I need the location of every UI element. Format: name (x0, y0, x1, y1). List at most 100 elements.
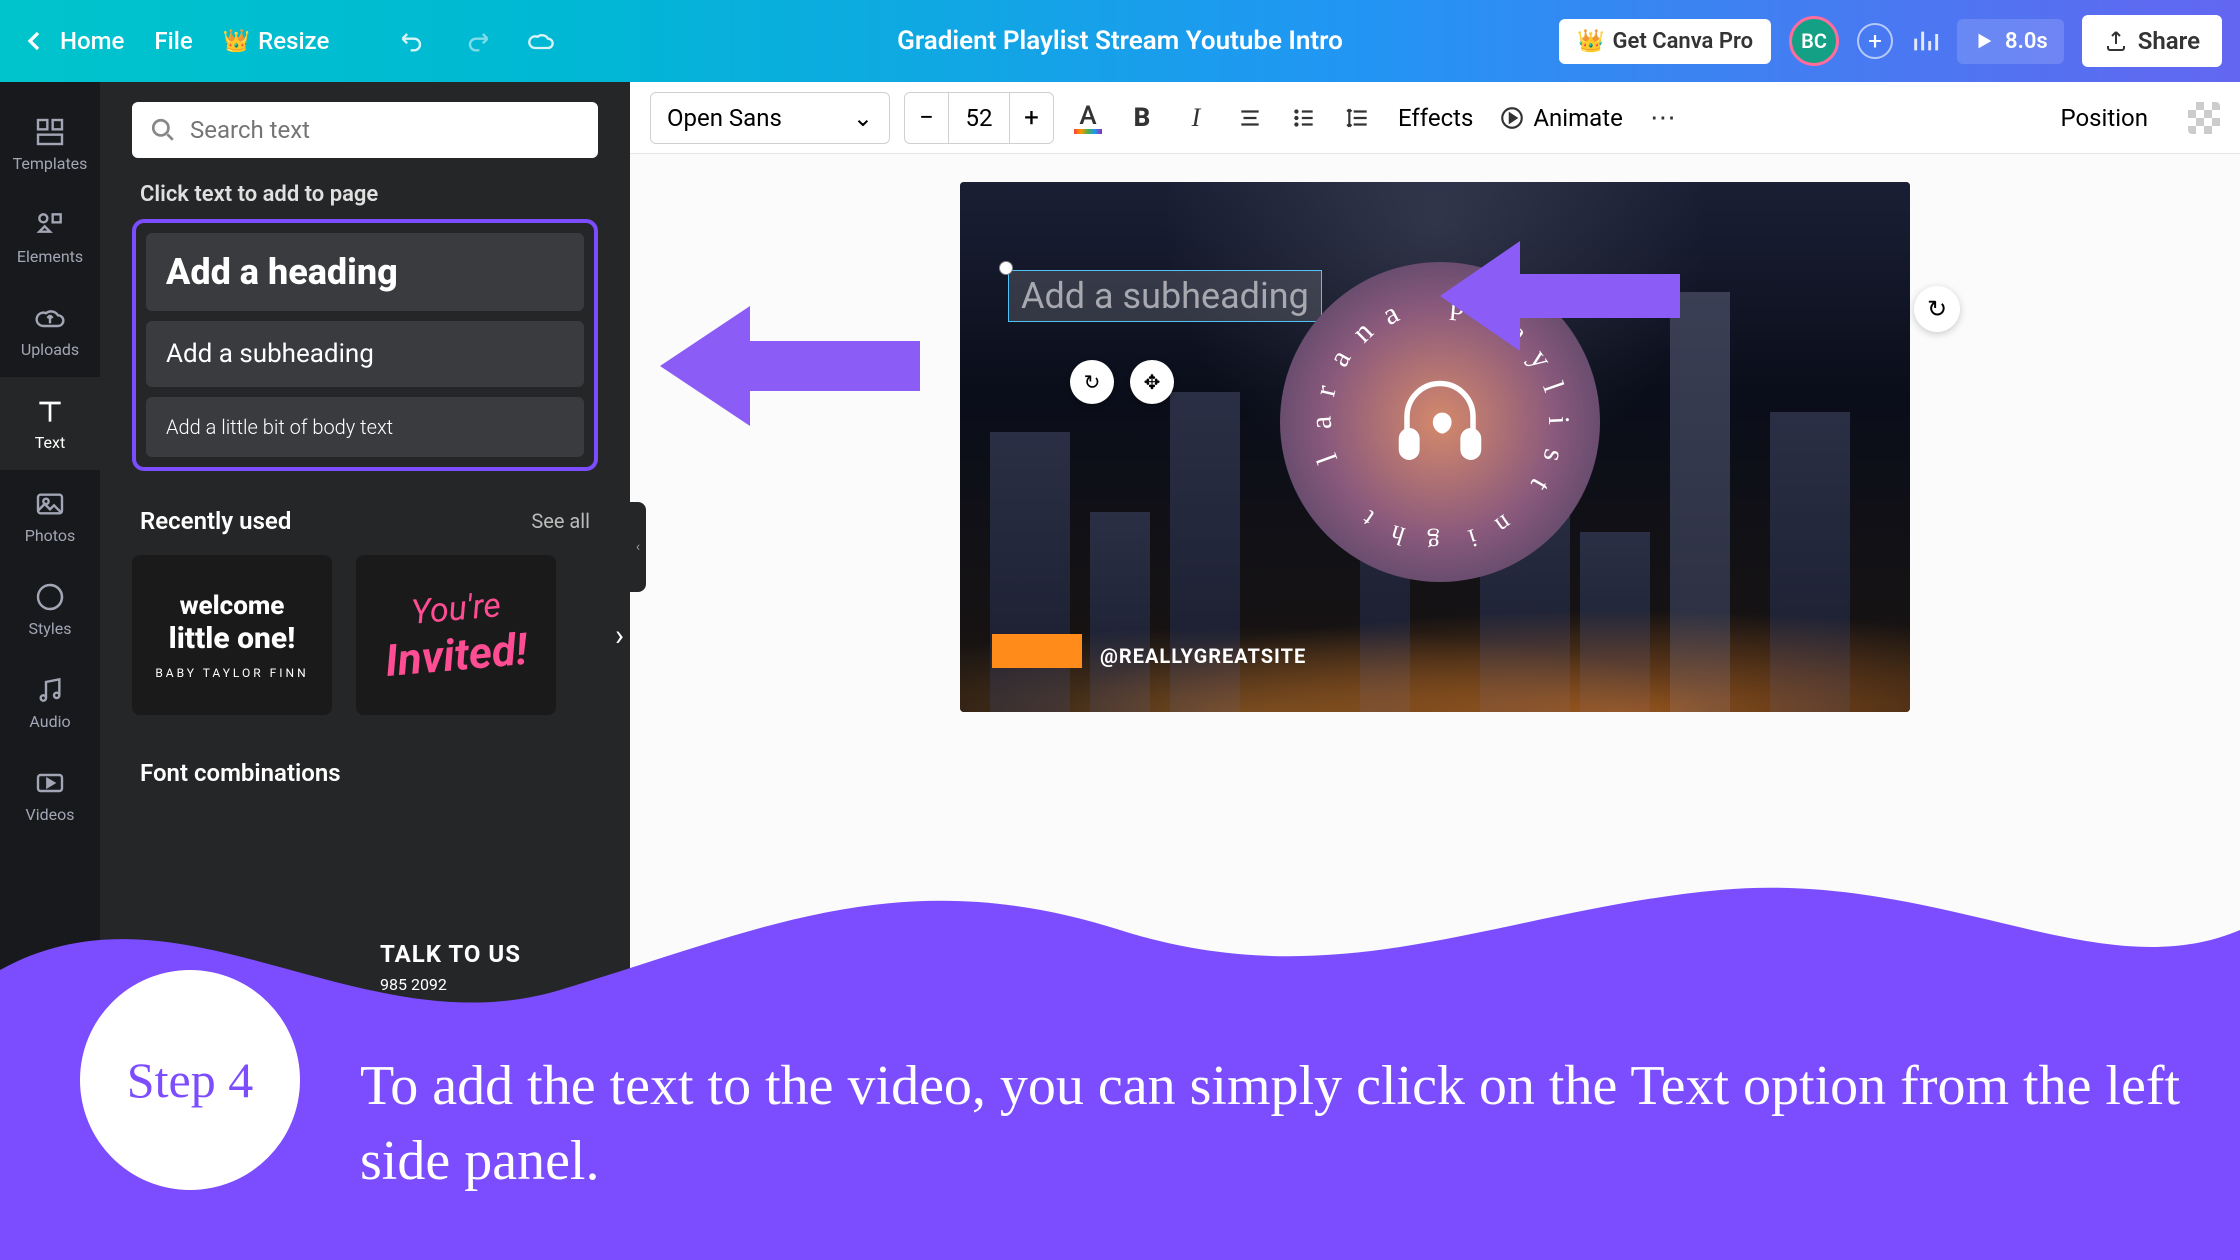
nav-videos[interactable]: Videos (0, 749, 100, 842)
element-float-tools: ↻ ✥ (1070, 360, 1174, 404)
nav-label: Text (35, 433, 65, 452)
alignment-button[interactable] (1230, 98, 1270, 138)
nav-uploads[interactable]: Uploads (0, 284, 100, 377)
animate-icon (1499, 105, 1525, 131)
thumb-line: little one! (169, 621, 296, 656)
home-button[interactable]: Home (18, 25, 124, 57)
animate-button[interactable]: Animate (1493, 104, 1628, 132)
rotate-handle[interactable]: ↻ (1070, 360, 1114, 404)
spacing-icon (1345, 105, 1371, 131)
nav-label: Videos (26, 805, 75, 824)
nav-label: Uploads (21, 340, 79, 359)
canvas[interactable]: Add a subheading ↻ ✥ larana playlistnigh… (960, 182, 1910, 712)
bold-button[interactable]: B (1122, 98, 1162, 138)
nav-photos[interactable]: Photos (0, 470, 100, 563)
nav-label: Elements (17, 247, 83, 266)
list-button[interactable] (1284, 98, 1324, 138)
nav-label: Templates (13, 154, 88, 173)
chevron-left-icon (18, 25, 50, 57)
annotation-arrow-left (660, 296, 920, 436)
move-handle[interactable]: ✥ (1130, 360, 1174, 404)
nav-label: Photos (25, 526, 76, 545)
context-toolbar: Open Sans ⌄ − 52 + A B I Effects (630, 82, 2240, 154)
get-pro-button[interactable]: 👑 Get Canva Pro (1559, 19, 1771, 64)
header-tools (399, 27, 555, 55)
transparency-button[interactable] (2188, 102, 2220, 134)
see-all-link[interactable]: See all (531, 509, 590, 533)
font-size-stepper: − 52 + (904, 92, 1054, 144)
recent-label: Recently used (140, 507, 291, 535)
text-color-button[interactable]: A (1068, 98, 1108, 138)
add-body-text-option[interactable]: Add a little bit of body text (146, 397, 584, 457)
template-thumb-invited[interactable]: You're Invited! (356, 555, 556, 715)
font-name: Open Sans (667, 104, 782, 132)
insights-icon[interactable] (1911, 27, 1939, 55)
regenerate-button[interactable]: ↻ (1914, 286, 1960, 332)
font-combinations-label: Font combinations (140, 759, 590, 787)
templates-icon (34, 116, 66, 148)
add-collaborator-button[interactable]: + (1857, 23, 1893, 59)
font-selector[interactable]: Open Sans ⌄ (650, 92, 890, 144)
add-heading-option[interactable]: Add a heading (146, 233, 584, 311)
search-icon (150, 117, 176, 143)
spacing-button[interactable] (1338, 98, 1378, 138)
scroll-right-icon[interactable]: › (615, 618, 624, 653)
redo-icon[interactable] (463, 27, 491, 55)
file-menu[interactable]: File (154, 27, 192, 55)
nav-elements[interactable]: Elements (0, 191, 100, 284)
share-button[interactable]: Share (2082, 15, 2222, 67)
accent-block[interactable] (992, 634, 1082, 668)
crown-icon: 👑 (1577, 29, 1604, 54)
document-title[interactable]: Gradient Playlist Stream Youtube Intro (897, 26, 1343, 56)
effects-button[interactable]: Effects (1392, 104, 1479, 132)
increase-size-button[interactable]: + (1009, 93, 1053, 143)
search-input[interactable] (190, 116, 580, 144)
photos-icon (34, 488, 66, 520)
styles-icon (34, 581, 66, 613)
crown-icon: 👑 (223, 29, 250, 54)
user-avatar[interactable]: BC (1789, 16, 1839, 66)
text-icon (34, 395, 66, 427)
selected-text-element[interactable]: Add a subheading (1008, 270, 1322, 322)
nav-audio[interactable]: Audio (0, 656, 100, 749)
italic-button[interactable]: I (1176, 98, 1216, 138)
undo-icon[interactable] (399, 27, 427, 55)
social-handle[interactable]: @REALLYGREATSITE (1100, 644, 1306, 668)
cloud-sync-icon[interactable] (527, 27, 555, 55)
nav-label: Audio (29, 712, 70, 731)
home-label: Home (60, 27, 124, 55)
annotation-arrow-right (1440, 236, 1680, 356)
thumb-line: BABY TAYLOR FINN (155, 666, 308, 680)
duration-label: 8.0s (2005, 29, 2048, 54)
elements-icon (34, 209, 66, 241)
nav-text[interactable]: Text (0, 377, 100, 470)
share-label: Share (2138, 27, 2200, 55)
click-hint-label: Click text to add to page (140, 182, 598, 207)
template-thumb-welcome[interactable]: welcome little one! BABY TAYLOR FINN (132, 555, 332, 715)
nav-styles[interactable]: Styles (0, 563, 100, 656)
add-subheading-option[interactable]: Add a subheading (146, 321, 584, 387)
list-icon (1291, 105, 1317, 131)
text-options-highlighted: Add a heading Add a subheading Add a lit… (132, 219, 598, 471)
recently-used-header: Recently used See all (140, 507, 590, 535)
search-box[interactable] (132, 102, 598, 158)
upload-icon (2104, 29, 2128, 53)
uploads-icon (34, 302, 66, 334)
font-size-value[interactable]: 52 (949, 93, 1009, 143)
top-header: Home File 👑 Resize Gradient Playlist Str… (0, 0, 2240, 82)
header-left: Home File 👑 Resize (18, 25, 555, 57)
decrease-size-button[interactable]: − (905, 93, 949, 143)
recent-thumbnails: welcome little one! BABY TAYLOR FINN You… (132, 555, 598, 715)
play-icon (1973, 30, 1995, 52)
resize-button[interactable]: 👑 Resize (223, 27, 330, 55)
position-button[interactable]: Position (2054, 104, 2154, 132)
nav-templates[interactable]: Templates (0, 98, 100, 191)
text-color-icon: A (1074, 101, 1102, 134)
step-badge: Step 4 (80, 970, 300, 1190)
videos-icon (34, 767, 66, 799)
more-button[interactable]: ⋯ (1643, 98, 1683, 138)
preview-button[interactable]: 8.0s (1957, 19, 2064, 64)
audio-icon (34, 674, 66, 706)
animate-label: Animate (1533, 104, 1622, 132)
step-instruction: To add the text to the video, you can si… (360, 1049, 2220, 1200)
